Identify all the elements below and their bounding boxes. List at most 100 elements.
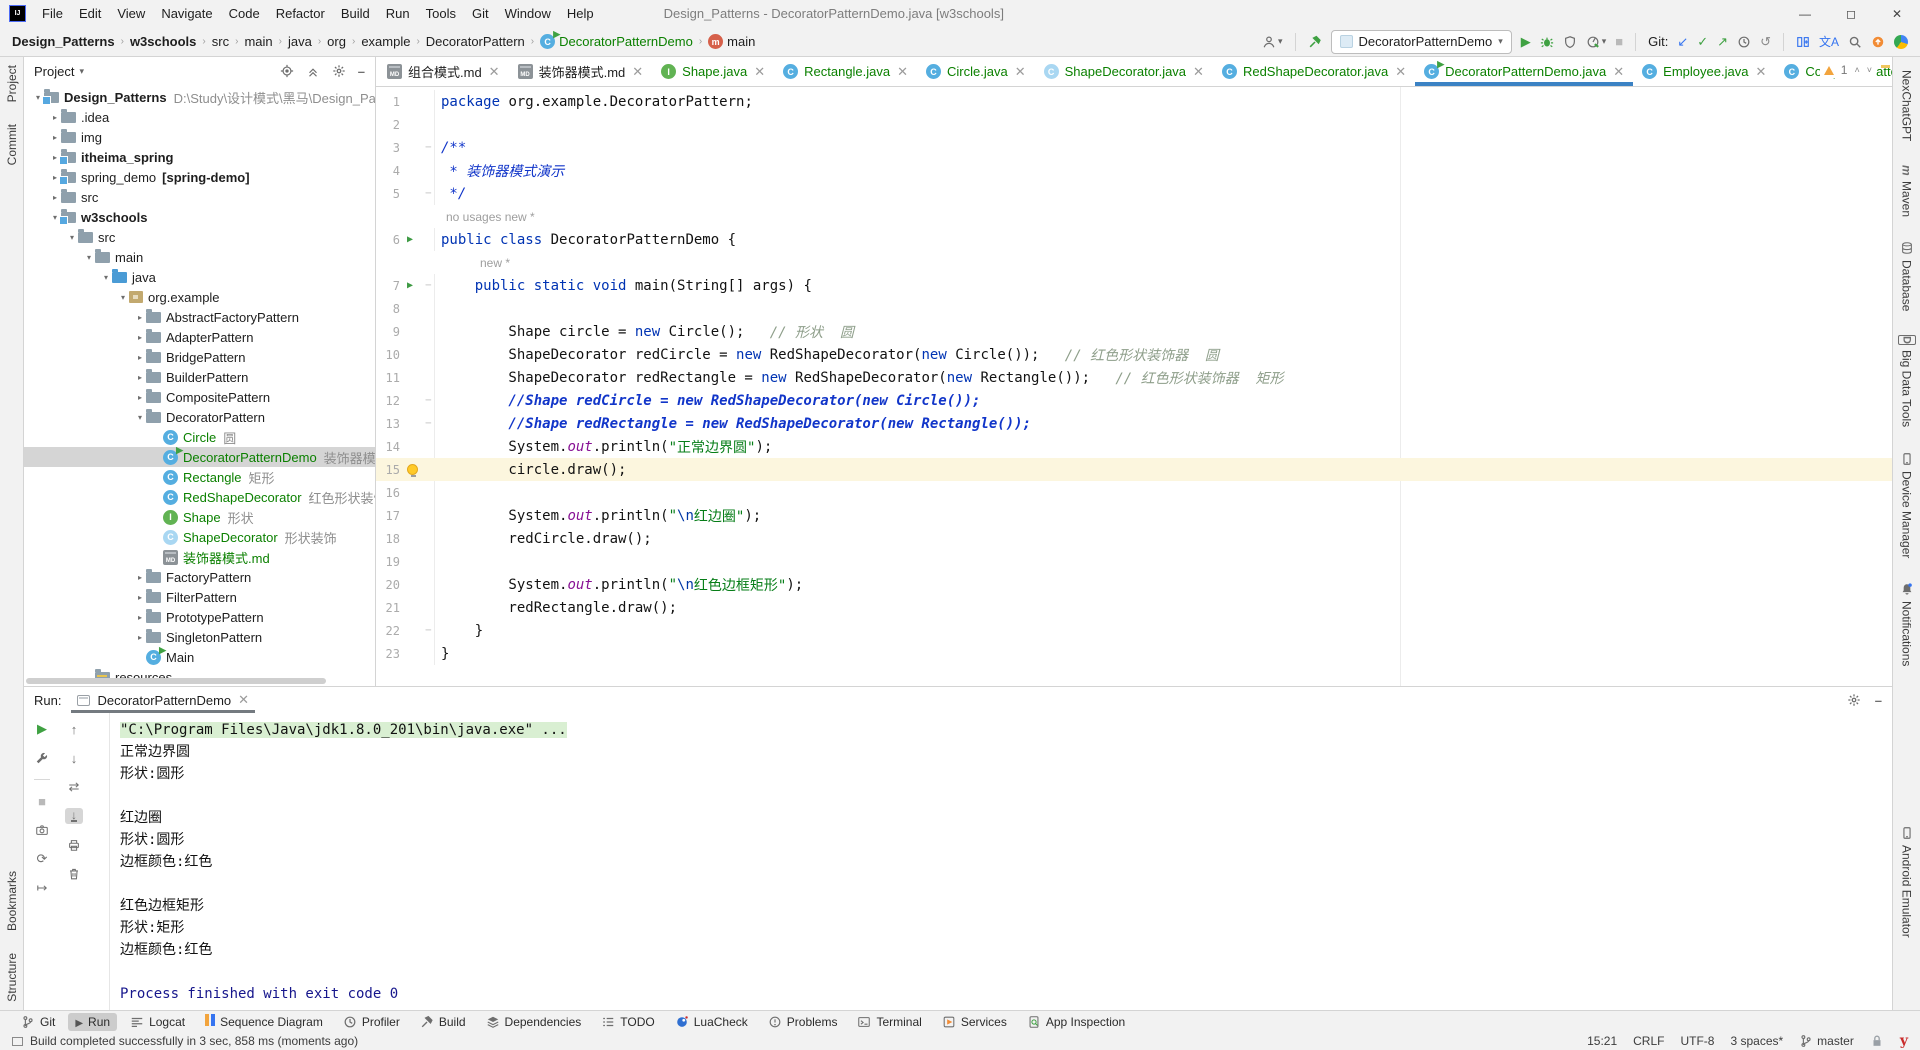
close-icon[interactable]: ✕ [1395,64,1406,80]
breadcrumb-item[interactable]: org [327,34,346,49]
tree-item-org.example[interactable]: ▾ org.example [24,287,375,307]
translate-icon[interactable]: 文A [1819,33,1839,50]
expand-arrow-icon[interactable]: ▸ [134,353,146,362]
tree-item-BridgePattern[interactable]: ▸ BridgePattern [24,347,375,367]
breadcrumb-item[interactable]: DecoratorPattern [426,34,525,49]
tool-window-button-sequence-diagram[interactable]: Sequence Diagram [198,1013,330,1031]
breadcrumb-item[interactable]: java [288,34,312,49]
tool-window-button-luacheck[interactable]: LuaCheck [668,1013,755,1031]
fold-icon[interactable]: ─ [426,143,431,153]
expand-arrow-icon[interactable]: ▸ [134,573,146,582]
profiler-button[interactable]: ▾ [1586,35,1606,49]
soft-wrap-icon[interactable]: ⇄ [65,779,83,795]
git-commit-icon[interactable]: ✓ [1697,35,1708,48]
tool-button-structure[interactable]: Structure [5,953,19,1002]
diff-icon[interactable] [1796,35,1810,49]
lock-icon[interactable] [1870,1034,1884,1048]
code-line-6[interactable]: 6 ▶ public class DecoratorPatternDemo { [376,228,1892,251]
attach-icon[interactable]: ↦ [33,880,51,896]
expand-arrow-icon[interactable]: ▸ [134,313,146,322]
expand-arrow-icon[interactable]: ▸ [49,113,61,122]
tool-button-project[interactable]: Project [5,65,19,102]
menu-navigate[interactable]: Navigate [153,0,220,27]
editor-tab-Rectangle.java[interactable]: C Rectangle.java ✕ [774,57,917,86]
intention-bulb-icon[interactable] [407,464,418,477]
code-line-8[interactable]: 8 [376,297,1892,320]
expand-arrow-icon[interactable]: ▸ [134,613,146,622]
tool-button-database[interactable]: Database [1900,241,1914,311]
tree-item-BuilderPattern[interactable]: ▸ BuilderPattern [24,367,375,387]
tree-item-src[interactable]: ▸ src [24,187,375,207]
expand-arrow-icon[interactable]: ▸ [134,633,146,642]
tool-window-button-build[interactable]: Build [413,1013,473,1031]
menu-run[interactable]: Run [378,0,418,27]
tree-item-ShapeDecorator[interactable]: C ShapeDecorator 形状装饰 [24,527,375,547]
fold-icon[interactable]: ─ [426,281,431,291]
chevron-up-icon[interactable]: ˄ [1854,65,1859,75]
expand-arrow-icon[interactable]: ▸ [134,593,146,602]
tool-button-nexchatgpt[interactable]: NexChatGPT [1900,65,1914,141]
code-line-22[interactable]: 22 ─ } [376,619,1892,642]
expand-arrow-icon[interactable]: ▸ [134,373,146,382]
wrench-icon[interactable] [33,750,51,766]
collapse-arrow-icon[interactable]: ▾ [134,413,146,422]
tree-item-RedShapeDecorator[interactable]: C RedShapeDecorator 红色形状装饰器 [24,487,375,507]
stop-button[interactable]: ■ [1615,35,1623,48]
run-tab[interactable]: DecoratorPatternDemo ✕ [71,687,255,713]
scroll-to-end-icon[interactable]: ↓ [65,808,83,824]
print-icon[interactable] [65,837,83,853]
breadcrumb-item[interactable]: C ▶ DecoratorPatternDemo [540,29,693,49]
search-everywhere-icon[interactable] [1848,35,1862,49]
close-icon[interactable]: ✕ [754,64,765,80]
editor-tab-_____.md[interactable]: MD 装饰器模式.md ✕ [509,57,653,86]
menu-file[interactable]: File [34,0,71,27]
code-line-16[interactable]: 16 [376,481,1892,504]
close-icon[interactable]: ✕ [1755,64,1766,80]
close-icon[interactable]: ✕ [632,64,643,80]
tool-button-notifications[interactable]: Notifications [1900,582,1914,666]
horizontal-scrollbar[interactable] [26,678,326,684]
tool-button-android-emulator[interactable]: Android Emulator [1900,826,1914,938]
code-line-1[interactable]: 1 package org.example.DecoratorPattern; [376,90,1892,113]
tree-item-Rectangle[interactable]: C Rectangle 矩形 [24,467,375,487]
breadcrumb-item[interactable]: main [244,34,272,49]
close-button[interactable]: ✕ [1874,0,1920,27]
tree-item-DecoratorPatternDemo[interactable]: C▶ DecoratorPatternDemo 装饰器模式演示 [24,445,375,467]
clear-console-icon[interactable] [65,866,83,882]
close-icon[interactable]: ✕ [489,64,500,80]
collapse-all-icon[interactable] [306,64,320,78]
tool-window-button-dependencies[interactable]: Dependencies [479,1013,589,1031]
tool-window-button-logcat[interactable]: Logcat [123,1013,192,1031]
code-line-21[interactable]: 21 redRectangle.draw(); [376,596,1892,619]
expand-arrow-icon[interactable]: ▸ [134,333,146,342]
tree-item-AdapterPattern[interactable]: ▸ AdapterPattern [24,327,375,347]
project-panel-title[interactable]: Project [34,64,74,79]
menu-refactor[interactable]: Refactor [268,0,333,27]
tool-window-button-git[interactable]: Git [14,1013,62,1031]
error-stripe-mark[interactable] [1881,65,1890,68]
code-line-5[interactable]: 5 ─ */ [376,182,1892,205]
breadcrumb-item[interactable]: Design_Patterns [12,34,115,49]
run-gutter-icon[interactable]: ▶ [407,234,413,245]
camera-icon[interactable] [33,822,51,838]
tree-item-CompositePattern[interactable]: ▸ CompositePattern [24,387,375,407]
fold-icon[interactable]: ─ [426,189,431,199]
code-line-7[interactable]: 7 ▶ ─ public static void main(String[] a… [376,274,1892,297]
tree-item-Main[interactable]: C ▶ Main [24,645,375,667]
menu-edit[interactable]: Edit [71,0,109,27]
build-hammer-icon[interactable] [1308,35,1322,49]
close-icon[interactable]: ✕ [1015,64,1026,80]
gear-icon[interactable] [1847,693,1861,707]
up-stack-icon[interactable]: ↑ [65,721,83,737]
fold-icon[interactable]: ─ [426,396,431,406]
tree-item-FactoryPattern[interactable]: ▸ FactoryPattern [24,567,375,587]
tool-button-commit[interactable]: Commit [5,124,19,165]
tree-item-Shape[interactable]: I Shape 形状 [24,507,375,527]
updates-icon[interactable] [1871,35,1885,49]
tool-window-button-problems[interactable]: Problems [761,1013,845,1031]
coverage-button[interactable] [1563,35,1577,49]
hide-icon[interactable]: – [1875,693,1882,708]
tool-window-button-services[interactable]: Services [935,1013,1014,1031]
tree-item-AbstractFactoryPattern[interactable]: ▸ AbstractFactoryPattern [24,307,375,327]
editor-tab-DecoratorPatternDemo.java[interactable]: C ▶ DecoratorPatternDemo.java ✕ [1415,57,1633,86]
